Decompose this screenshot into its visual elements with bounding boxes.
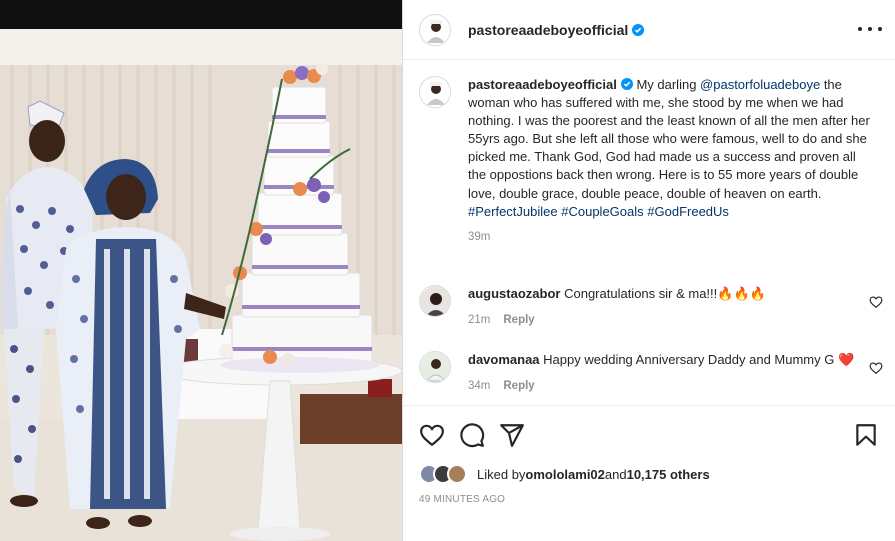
heart-icon[interactable]: [419, 422, 445, 448]
comment-meta: 21m Reply: [468, 311, 858, 329]
instagram-post-view: pastoreaadeboyeofficial pastoreaadeboyeo…: [0, 0, 895, 541]
caption-body-before: My darling: [636, 77, 701, 92]
comments-list[interactable]: pastoreaadeboyeofficial My darling @past…: [403, 61, 895, 404]
comment-like-heart-icon[interactable]: [869, 361, 883, 375]
comment-time[interactable]: 21m: [468, 314, 490, 326]
commenter-avatar[interactable]: [419, 351, 451, 383]
hashtag[interactable]: #PerfectJubilee: [468, 204, 558, 219]
more-options-icon[interactable]: [858, 19, 882, 39]
comment-item: augustaozabor Congratulations sir & ma!!…: [419, 285, 889, 329]
likes-others[interactable]: 10,175 others: [627, 467, 710, 482]
author-username[interactable]: pastoreaadeboyeofficial: [468, 22, 628, 38]
anniversary-photo-illustration: [0, 29, 402, 541]
comment-body: davomanaa Happy wedding Anniversary Dadd…: [468, 351, 858, 395]
comment-text: Congratulations sir & ma!!!🔥🔥🔥: [564, 286, 766, 301]
caption-text: pastoreaadeboyeofficial My darling @past…: [468, 76, 877, 246]
caption: pastoreaadeboyeofficial My darling @past…: [419, 76, 879, 246]
post-header: pastoreaadeboyeofficial: [403, 0, 895, 60]
caption-timestamp[interactable]: 39m: [468, 228, 877, 246]
commenter-avatar[interactable]: [419, 285, 451, 317]
comment-icon[interactable]: [459, 422, 485, 448]
comment-author[interactable]: augustaozabor: [468, 286, 560, 301]
verified-badge-icon: [620, 78, 633, 90]
post-details-panel: pastoreaadeboyeofficial pastoreaadeboyeo…: [402, 0, 895, 541]
liker-avatars[interactable]: [419, 464, 467, 484]
caption-author[interactable]: pastoreaadeboyeofficial: [468, 77, 617, 92]
comment-meta: 34m Reply: [468, 377, 858, 395]
caption-author-avatar[interactable]: [419, 76, 451, 108]
liker-avatar: [447, 464, 467, 484]
reply-button[interactable]: Reply: [503, 380, 534, 392]
caption-mention[interactable]: @pastorfoluadeboye: [700, 77, 820, 92]
verified-badge-icon: [632, 23, 645, 36]
post-time-ago[interactable]: 49 MINUTES AGO: [419, 494, 505, 505]
reply-button[interactable]: Reply: [503, 314, 534, 326]
comment-like-heart-icon[interactable]: [869, 295, 883, 309]
action-icons-row: [419, 422, 879, 448]
likes-summary: Liked by omololami02 and 10,175 others: [419, 463, 710, 485]
likes-conjunction: and: [604, 466, 627, 482]
bookmark-icon[interactable]: [853, 422, 879, 448]
hashtag[interactable]: #CoupleGoals: [561, 204, 643, 219]
comment-text: Happy wedding Anniversary Daddy and Mumm…: [543, 352, 855, 367]
comment-author[interactable]: davomanaa: [468, 352, 540, 367]
post-actions: Liked by omololami02 and 10,175 others 4…: [403, 405, 895, 541]
post-photo[interactable]: [0, 0, 402, 541]
caption-body-after: the woman who has suffered with me, she …: [468, 77, 870, 201]
comment-body: augustaozabor Congratulations sir & ma!!…: [468, 285, 858, 329]
comment-item: davomanaa Happy wedding Anniversary Dadd…: [419, 351, 889, 395]
author-avatar[interactable]: [419, 13, 451, 46]
likes-prefix: Liked by: [477, 466, 526, 482]
share-icon[interactable]: [499, 422, 525, 448]
first-liker[interactable]: omololami02: [525, 467, 604, 482]
hashtag[interactable]: #GodFreedUs: [647, 204, 729, 219]
photo-top-bar: [0, 0, 402, 29]
comment-time[interactable]: 34m: [468, 380, 490, 392]
